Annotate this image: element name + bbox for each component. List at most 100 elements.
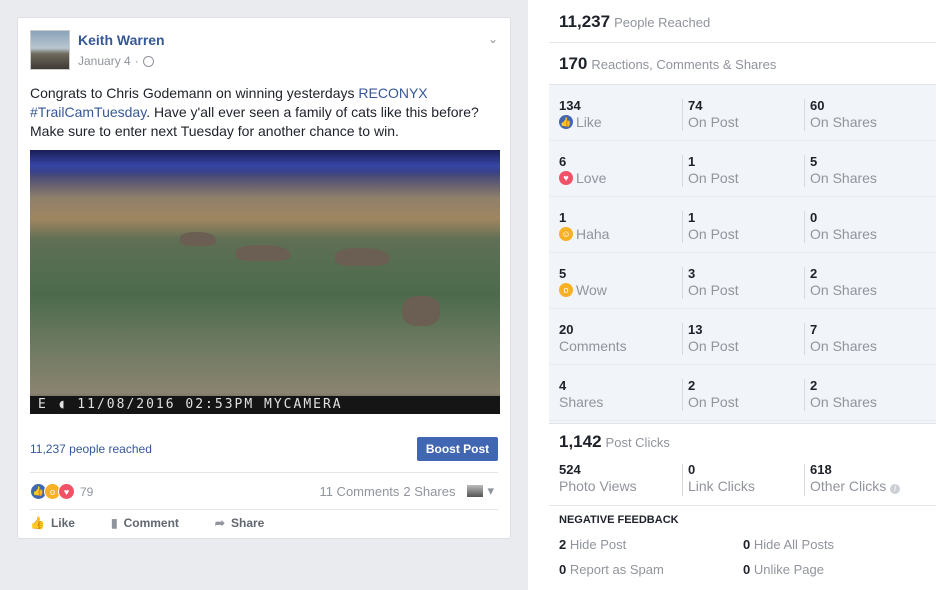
divider [804, 267, 805, 299]
stat-label-text: On Post [688, 114, 739, 130]
stat-number: 2 [688, 378, 696, 393]
post-clicks-number: 1,142 [559, 432, 602, 451]
comments-shares-summary: 11 Comments 2 Shares ▾ [319, 483, 494, 499]
share-button[interactable]: ➦ Share [215, 516, 264, 530]
breakdown-cell: 6 ♥ Love [559, 154, 606, 186]
boost-post-button[interactable]: Boost Post [417, 437, 498, 461]
stat-label-text: On Shares [810, 282, 877, 298]
stat-label-text: On Shares [810, 226, 877, 242]
stat-number: 2 [810, 266, 818, 281]
stat-number: 1 [559, 210, 567, 225]
stat-number: 20 [559, 322, 574, 337]
divider [804, 155, 805, 187]
like-button[interactable]: 👍 Like [30, 516, 75, 530]
hide-all-posts-stat: 0 Hide All Posts [743, 537, 834, 552]
reconyx-link[interactable]: RECONYX [358, 85, 427, 101]
breakdown-cell: 2 On Shares [810, 378, 877, 410]
stat-label: Report as Spam [569, 562, 664, 577]
post-date[interactable]: January 4 [78, 54, 131, 68]
divider [682, 155, 683, 187]
stat-number: 524 [559, 462, 581, 477]
page-avatar-mini[interactable] [467, 485, 484, 497]
stat-label: On Shares [810, 282, 877, 298]
stat-label-text: On Post [688, 170, 739, 186]
hashtag-link[interactable]: #TrailCamTuesday [30, 104, 146, 120]
people-reached-number: 11,237 [559, 12, 611, 31]
stat-label: ☺ Haha [559, 226, 609, 242]
camera-timestamp: E ◖ 11/08/2016 02:53PM MYCAMERA [30, 396, 500, 414]
reactions-breakdown: 134 👍 Like 74 On Post 60 On Shares 6 ♥ Love 1 On Po… [549, 84, 936, 424]
stat-label: On Post [688, 170, 739, 186]
stat-label-text: On Post [688, 338, 739, 354]
chevron-down-icon[interactable]: ⌄ [488, 32, 498, 46]
stat-label: 👍 Like [559, 114, 602, 130]
globe-icon[interactable] [142, 55, 154, 67]
stat-number: 0 [743, 537, 751, 552]
action-bar: 👍 Like ▮ Comment ➦ Share [30, 516, 300, 530]
divider [682, 99, 683, 131]
stat-label-text: Shares [559, 394, 604, 410]
breakdown-cell: 134 👍 Like [559, 98, 602, 130]
post-text: Congrats to Chris Godemann on winning ye… [30, 84, 500, 141]
divider [682, 323, 683, 355]
comment-button[interactable]: ▮ Comment [111, 516, 179, 530]
info-icon[interactable]: i [890, 484, 901, 494]
photo-views-stat: 524 Photo Views [559, 462, 637, 494]
stat-label: Other Clicks [810, 478, 887, 494]
other-clicks-stat: 618 Other Clicks i [810, 462, 901, 494]
people-reached-label: People Reached [614, 15, 711, 30]
stat-label: On Shares [810, 338, 877, 354]
wow-icon: o [559, 283, 573, 297]
report-spam-stat: 0 Report as Spam [559, 562, 664, 577]
love-icon: ♥ [559, 171, 573, 185]
shares-count[interactable]: 2 Shares [403, 484, 455, 499]
stat-number: 7 [810, 322, 818, 337]
breakdown-cell: 1 On Post [688, 154, 739, 186]
stat-label: o Wow [559, 282, 607, 298]
haha-icon: ☺ [559, 227, 573, 241]
breakdown-cell: 13 On Post [688, 322, 739, 354]
divider [682, 379, 683, 411]
caret-down-icon[interactable]: ▾ [487, 483, 494, 499]
stat-number: 6 [559, 154, 567, 169]
speech-bubble-icon: ▮ [110, 516, 118, 530]
stat-label-text: Like [576, 114, 602, 130]
breakdown-cell: 5 o Wow [559, 266, 607, 298]
avatar[interactable] [30, 30, 70, 70]
stat-label: On Shares [810, 226, 877, 242]
breakdown-row: 5 o Wow 3 On Post 2 On Shares [549, 253, 936, 309]
post-text-part1: Congrats to Chris Godemann on winning ye… [30, 85, 359, 101]
stat-label: On Post [688, 282, 739, 298]
divider [804, 211, 805, 243]
stat-label: Hide Post [569, 537, 627, 552]
post-photo[interactable]: E ◖ 11/08/2016 02:53PM MYCAMERA [30, 150, 500, 414]
reaction-summary[interactable]: 👍 o ♥ 79 [30, 483, 93, 500]
stat-label-text: Love [576, 170, 607, 186]
stat-label: On Post [688, 394, 739, 410]
divider [804, 99, 805, 131]
stat-number: 74 [688, 98, 703, 113]
post-clicks-label: Post Clicks [605, 435, 670, 450]
divider [804, 323, 805, 355]
stat-label: Shares [559, 394, 603, 410]
stat-number: 60 [810, 98, 825, 113]
people-reached-link[interactable]: 11,237 people reached [30, 442, 152, 456]
author-name[interactable]: Keith Warren [78, 32, 165, 48]
post-card: Keith Warren January 4 · ⌄ Congrats to C… [17, 17, 511, 539]
bobcat [236, 245, 290, 261]
share-arrow-icon: ➦ [214, 516, 225, 530]
stat-label-text: On Shares [810, 170, 877, 186]
comments-count[interactable]: 11 Comments [319, 484, 399, 499]
stat-label: On Post [688, 338, 739, 354]
breakdown-cell: 60 On Shares [810, 98, 877, 130]
stat-number: 134 [559, 98, 581, 113]
stat-label: Comments [559, 338, 627, 354]
post-clicks-stat: 1,142 Post Clicks [559, 432, 670, 452]
bobcat [335, 248, 389, 266]
stat-number: 1 [688, 154, 696, 169]
stat-number: 618 [810, 462, 832, 477]
stat-number: 0 [810, 210, 818, 225]
breakdown-row: 20 Comments 13 On Post 7 On Shares [549, 309, 936, 365]
stat-label: Photo Views [559, 478, 637, 494]
like-label: Like [50, 516, 75, 530]
